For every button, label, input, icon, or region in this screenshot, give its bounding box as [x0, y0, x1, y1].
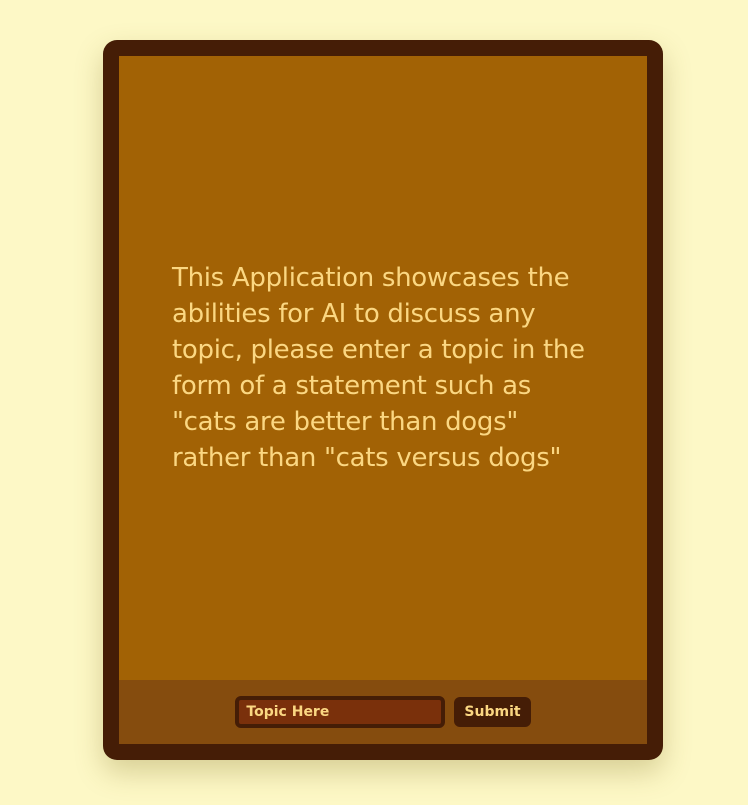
intro-text: This Application showcases the abilities…	[172, 263, 585, 473]
input-bar: Submit	[119, 680, 647, 744]
message-area: This Application showcases the abilities…	[119, 56, 647, 680]
submit-button[interactable]: Submit	[454, 697, 531, 727]
topic-input[interactable]	[235, 696, 446, 728]
app-screen: This Application showcases the abilities…	[119, 56, 647, 744]
app-frame: This Application showcases the abilities…	[103, 40, 663, 760]
